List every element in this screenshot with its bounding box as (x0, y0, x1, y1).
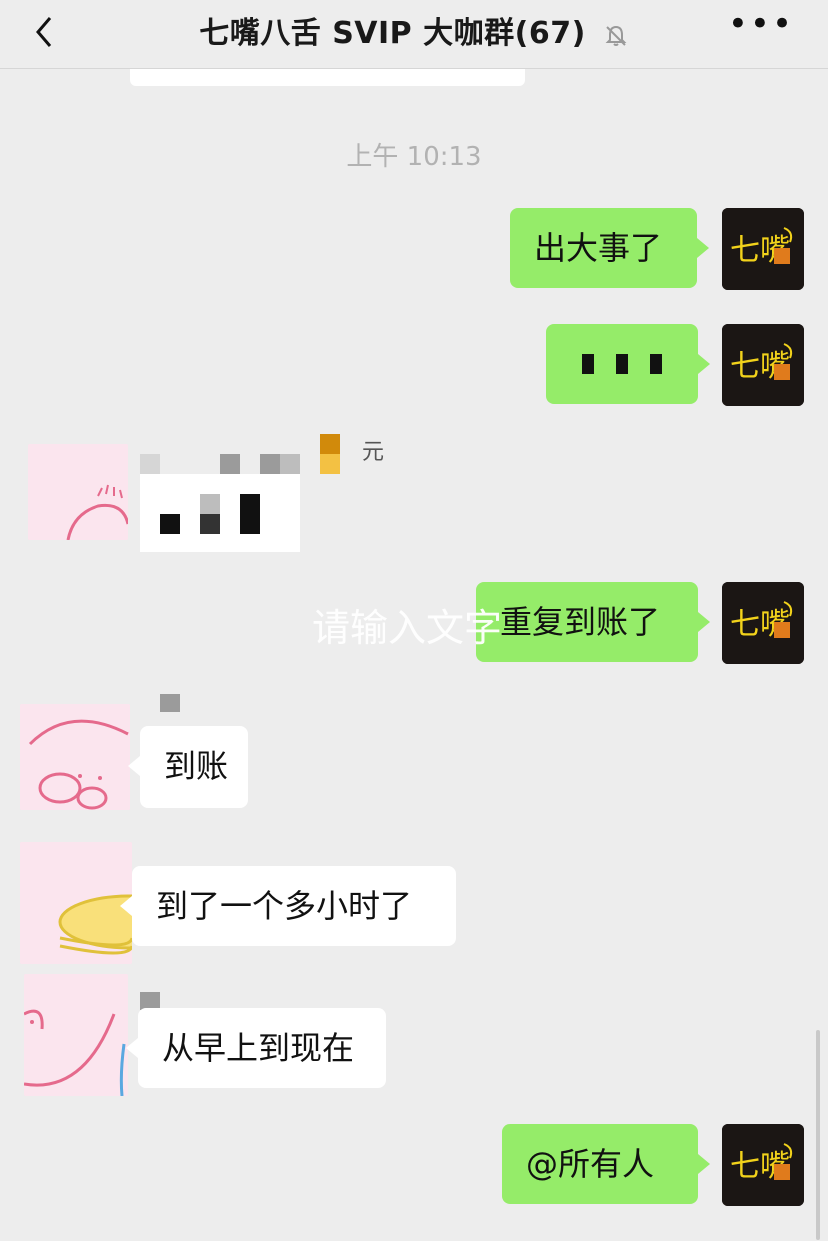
avatar-other[interactable] (20, 704, 130, 810)
message-bubble[interactable]: 重复到账了 (476, 582, 710, 662)
message-bubble[interactable]: 出大事了 (510, 208, 709, 288)
scrollbar[interactable] (816, 1030, 820, 1240)
chat-title-row: 七嘴八舌 SVIP 大咖群(67) (0, 8, 828, 52)
message-bubble[interactable]: 到了一个多小时了 (120, 866, 456, 946)
message-bubble[interactable]: @所有人 (502, 1124, 710, 1204)
message-bubble-obscured[interactable] (546, 324, 710, 404)
redaction-squares (582, 324, 662, 404)
message-bubble-obscured[interactable] (140, 474, 300, 552)
avatar-other[interactable] (20, 842, 132, 964)
avatar-self[interactable]: 七嘴 (722, 208, 804, 290)
pixelated-emoji (320, 434, 340, 474)
bell-muted-icon (603, 22, 629, 48)
avatar-other[interactable] (28, 444, 128, 540)
message-text: 出大事了 (534, 229, 663, 267)
message-text: 到了一个多小时了 (156, 887, 413, 925)
avatar-other[interactable] (24, 974, 128, 1096)
message-text: @所有人 (526, 1145, 655, 1183)
sender-name-obscured (160, 694, 180, 712)
message-bubble[interactable]: 从早上到现在 (126, 1008, 386, 1088)
unit-label: 元 (362, 440, 385, 465)
text-watermark: 请输入文字 (312, 606, 503, 650)
previous-message-bubble[interactable] (130, 66, 525, 86)
message-text: 从早上到现在 (162, 1029, 355, 1067)
avatar-self[interactable]: 七嘴 (722, 1124, 804, 1206)
avatar-self[interactable]: 七嘴 (722, 324, 804, 406)
chat-header: 七嘴八舌 SVIP 大咖群(67) ••• (0, 0, 828, 69)
sender-name-obscured (140, 454, 300, 474)
more-icon[interactable]: ••• (728, 6, 794, 42)
chat-title: 七嘴八舌 SVIP 大咖群(67) (199, 16, 586, 51)
message-text: 到账 (164, 747, 229, 785)
message-timestamp: 上午 10:13 (346, 142, 482, 172)
avatar-self[interactable]: 七嘴 (722, 582, 804, 664)
message-bubble[interactable]: 到账 (128, 726, 248, 808)
message-text: 重复到账了 (500, 603, 661, 641)
